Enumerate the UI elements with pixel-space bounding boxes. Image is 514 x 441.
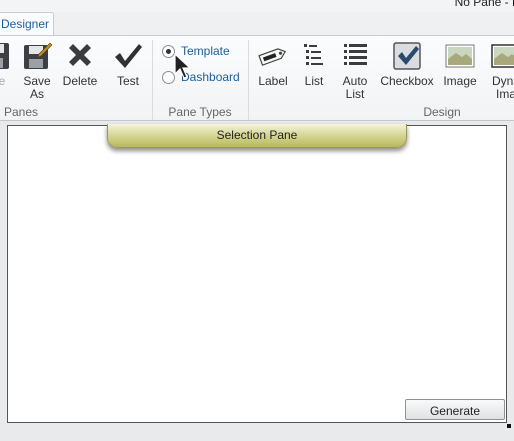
ribbon-tab-strip: Designer [0,12,514,37]
group-separator [248,40,249,120]
save-as-button[interactable]: Save As [20,40,54,101]
ribbon: ve Save As Delete Test Panes Template Da… [0,35,514,121]
group-label-pane-types: Pane Types [168,105,232,119]
list-button[interactable]: List [298,40,330,88]
save-icon [0,43,9,69]
mouse-cursor-icon [174,53,192,79]
image-button-label: Image [443,74,477,88]
save-as-icon [24,42,53,69]
save-label: ve [0,74,6,88]
checkbox-button[interactable]: Checkbox [378,40,436,88]
image-button[interactable]: Image [440,40,480,88]
label-tag-icon [258,48,287,66]
title-bar: No Pane - P [0,0,514,12]
dynamic-image-icon [491,44,514,68]
list-icon [304,44,323,65]
generate-button[interactable]: Generate [405,399,505,420]
group-separator [152,40,153,120]
group-label-panes: Panes [3,105,39,119]
canvas-area: Generate Selection Pane [0,121,514,441]
save-button[interactable]: ve [0,40,12,88]
delete-x-icon [69,44,91,66]
dynamic-image-button[interactable]: Dyna Ima [484,40,514,101]
label-button[interactable]: Label [254,40,292,88]
resize-grip[interactable] [507,424,511,428]
test-button[interactable]: Test [110,40,146,88]
checkbox-button-label: Checkbox [380,74,434,88]
test-label: Test [116,74,139,88]
delete-label: Delete [62,74,98,88]
design-surface[interactable]: Generate [7,125,507,423]
tab-designer[interactable]: Designer [0,12,54,37]
auto-list-icon [344,44,367,65]
save-as-label: Save As [23,74,51,101]
list-button-label: List [304,74,324,88]
group-label-design: Design [423,105,461,119]
delete-button[interactable]: Delete [60,40,100,88]
selection-pane-tab[interactable]: Selection Pane [107,124,407,148]
auto-list-button[interactable]: Auto List [336,40,374,101]
dynamic-image-label: Dyna Ima [491,74,514,101]
checkbox-icon [393,42,421,70]
checkmark-icon [115,44,142,68]
auto-list-label: Auto List [342,74,368,101]
label-button-label: Label [258,74,288,88]
window-title: No Pane - P [454,0,514,9]
image-icon [445,44,475,68]
